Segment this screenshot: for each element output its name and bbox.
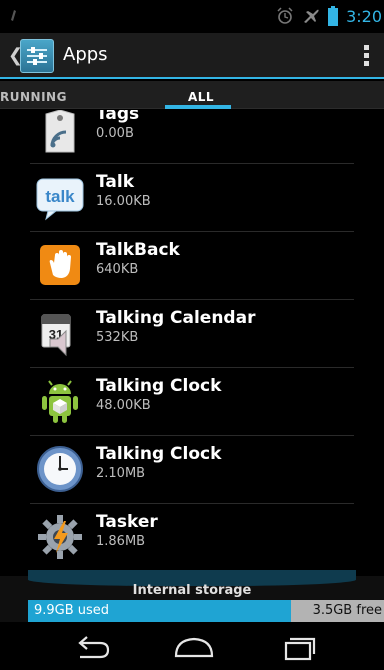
page-title: Apps xyxy=(63,44,108,65)
tab-all[interactable]: ALL xyxy=(188,90,214,104)
app-name: Tasker xyxy=(96,512,158,532)
alarm-icon xyxy=(276,7,294,25)
tab-indicator xyxy=(165,105,231,109)
tags-nfc-icon xyxy=(36,110,84,156)
talk-icon: talk xyxy=(36,173,84,221)
svg-text:talk: talk xyxy=(45,187,75,206)
storage-used: 9.9GB used xyxy=(34,603,110,618)
app-size: 0.00B xyxy=(96,126,134,141)
list-item[interactable]: 31 Talking Calendar 532KB xyxy=(0,300,384,368)
settings-sliders-icon[interactable] xyxy=(20,39,54,73)
app-name: TalkBack xyxy=(96,240,180,260)
app-name: Talk xyxy=(96,172,135,192)
app-size: 16.00KB xyxy=(96,194,151,209)
overflow-menu-icon[interactable] xyxy=(364,45,370,67)
app-size: 640KB xyxy=(96,262,139,277)
usb-debug-icon xyxy=(8,8,18,22)
tab-strip: RUNNING ALL xyxy=(0,81,384,109)
airplane-mode-icon xyxy=(302,7,320,25)
action-bar: ❮ Apps xyxy=(0,33,384,79)
storage-free: 3.5GB free xyxy=(312,603,382,618)
list-item[interactable]: talk Talk 16.00KB xyxy=(0,164,384,232)
talking-calendar-icon: 31 xyxy=(36,309,84,357)
app-name: Talking Clock xyxy=(96,444,222,464)
app-size: 48.00KB xyxy=(96,398,151,413)
clock-icon xyxy=(36,445,84,493)
storage-label: Internal storage xyxy=(132,583,252,598)
recent-apps-icon[interactable] xyxy=(274,632,322,662)
back-icon[interactable] xyxy=(68,632,116,662)
home-icon[interactable] xyxy=(170,632,218,662)
talkback-hand-icon xyxy=(36,241,84,289)
navigation-bar xyxy=(0,622,384,670)
app-name: Tags xyxy=(96,110,140,124)
battery-icon xyxy=(328,6,339,26)
app-name: Talking Clock xyxy=(96,376,222,396)
list-item[interactable]: Talking Clock 48.00KB xyxy=(0,368,384,436)
android-robot-icon xyxy=(36,377,84,425)
app-size: 2.10MB xyxy=(96,466,146,481)
app-name: Talking Calendar xyxy=(96,308,256,328)
tasker-gear-icon xyxy=(36,513,84,561)
status-time: 3:20 xyxy=(346,6,382,26)
list-item[interactable]: Talking Clock 2.10MB xyxy=(0,436,384,504)
storage-bar: 9.9GB used 3.5GB free xyxy=(28,600,384,622)
app-list[interactable]: Tags 0.00B talk Talk 16.00KB TalkBack 64… xyxy=(0,110,384,576)
tab-running[interactable]: RUNNING xyxy=(0,90,67,104)
app-size: 532KB xyxy=(96,330,139,345)
app-size: 1.86MB xyxy=(96,534,146,549)
list-item[interactable]: Tags 0.00B xyxy=(0,110,384,164)
list-item[interactable]: Tasker 1.86MB xyxy=(0,504,384,572)
status-bar: 3:20 xyxy=(0,0,384,33)
storage-summary: Internal storage 9.9GB used 3.5GB free xyxy=(0,570,384,622)
list-item[interactable]: TalkBack 640KB xyxy=(0,232,384,300)
